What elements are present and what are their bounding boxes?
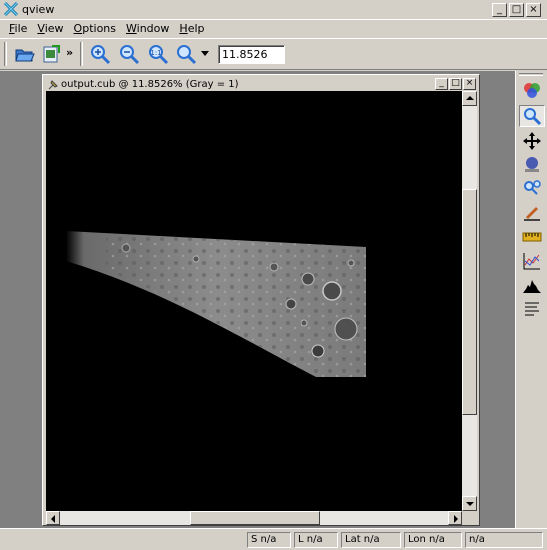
qview-app-icon — [4, 2, 18, 16]
status-dn-value: n/a — [465, 532, 543, 548]
zoom-dropdown-arrow-icon[interactable] — [201, 51, 209, 56]
status-bar: S n/a L n/a Lat n/a Lon n/a n/a — [0, 528, 547, 550]
arrow-right-icon — [454, 515, 458, 523]
viewport-close-button[interactable]: × — [463, 78, 476, 90]
horizontal-scrollbar[interactable] — [46, 511, 462, 525]
arrow-down-icon — [466, 502, 474, 506]
tools-toolbar-grip[interactable] — [519, 73, 543, 76]
vertical-scroll-thumb[interactable] — [462, 189, 477, 415]
scrollbar-corner — [462, 511, 477, 525]
advanced-tracking-button[interactable] — [519, 298, 545, 320]
zoom-fit-button[interactable] — [173, 42, 199, 66]
maximize-button[interactable]: □ — [509, 3, 524, 17]
measure-tool-button[interactable] — [519, 226, 545, 248]
zoom-in-icon — [91, 45, 111, 65]
zoom-actual-button[interactable]: 1:1 — [145, 42, 171, 66]
window-title: qview — [22, 3, 55, 16]
image-viewport[interactable] — [46, 91, 462, 511]
blink-tool-button[interactable] — [519, 79, 545, 101]
open-folder-icon — [15, 49, 35, 62]
zoom-fit-icon — [177, 45, 197, 65]
scroll-right-button[interactable] — [448, 511, 462, 525]
close-button[interactable]: × — [526, 3, 541, 17]
zoom-out-icon — [120, 45, 140, 65]
vertical-scrollbar[interactable] — [462, 91, 477, 511]
scroll-down-button[interactable] — [462, 496, 477, 511]
zoom-tool-icon — [524, 108, 542, 126]
menu-options[interactable]: Options — [69, 20, 121, 38]
spectral-plot-icon — [523, 253, 540, 270]
scroll-left-button[interactable] — [46, 511, 60, 525]
stretch-tool-button[interactable] — [519, 154, 545, 176]
status-longitude: Lon n/a — [404, 532, 462, 548]
histogram-tool-button[interactable] — [519, 274, 545, 296]
scroll-up-button[interactable] — [462, 91, 477, 106]
zoom-out-button[interactable] — [116, 42, 142, 66]
toolbar-overflow-button[interactable]: » — [66, 46, 73, 59]
open-button[interactable] — [12, 42, 38, 66]
menu-bar: File View Options Window Help — [0, 20, 547, 38]
status-sample: S n/a — [247, 532, 291, 548]
horizontal-scroll-thumb[interactable] — [190, 511, 320, 525]
status-line: L n/a — [294, 532, 338, 548]
toolbar-grip-2[interactable] — [80, 42, 83, 66]
tools-toolbar — [515, 71, 547, 528]
zoom-factor-input[interactable] — [218, 45, 285, 64]
find-tool-button[interactable] — [519, 178, 545, 200]
toolbar-grip[interactable] — [4, 42, 7, 66]
minimize-button[interactable]: _ — [492, 3, 507, 17]
advanced-tracking-icon — [525, 302, 539, 316]
menu-window[interactable]: Window — [121, 20, 174, 38]
arrow-left-icon — [51, 515, 55, 523]
export-button[interactable] — [38, 42, 64, 66]
edit-tool-button[interactable] — [519, 202, 545, 224]
svg-text:1:1: 1:1 — [150, 49, 161, 57]
viewport-title: output.cub @ 11.8526% (Gray = 1) — [61, 79, 239, 90]
pan-tool-button[interactable] — [519, 130, 545, 152]
pan-tool-icon — [523, 132, 541, 150]
zoom-tool-button[interactable] — [519, 105, 545, 127]
stretch-tool-icon — [525, 157, 539, 172]
arrow-up-icon — [466, 96, 474, 100]
zoom-actual-icon: 1:1 — [149, 45, 169, 65]
menu-view[interactable]: View — [32, 20, 68, 38]
viewport-maximize-button[interactable]: □ — [449, 78, 462, 90]
color-blend-icon — [524, 83, 540, 98]
moon-image — [66, 231, 366, 377]
title-bar: qview _ □ × — [0, 0, 547, 20]
spectral-plot-button[interactable] — [519, 250, 545, 272]
menu-help[interactable]: Help — [174, 20, 209, 38]
histogram-icon — [523, 280, 541, 293]
status-latitude: Lat n/a — [341, 532, 401, 548]
viewport-minimize-button[interactable]: _ — [435, 78, 448, 90]
menu-file[interactable]: File — [4, 20, 32, 38]
edit-tool-icon — [524, 207, 540, 221]
cube-viewport-window: output.cub @ 11.8526% (Gray = 1) _ □ × — [42, 74, 480, 526]
export-icon — [43, 45, 60, 63]
zoom-in-button[interactable] — [87, 42, 113, 66]
pin-icon — [48, 80, 58, 90]
measure-tool-icon — [522, 232, 542, 242]
find-tool-icon — [524, 180, 541, 195]
main-toolbar: » 1:1 — [0, 38, 547, 70]
